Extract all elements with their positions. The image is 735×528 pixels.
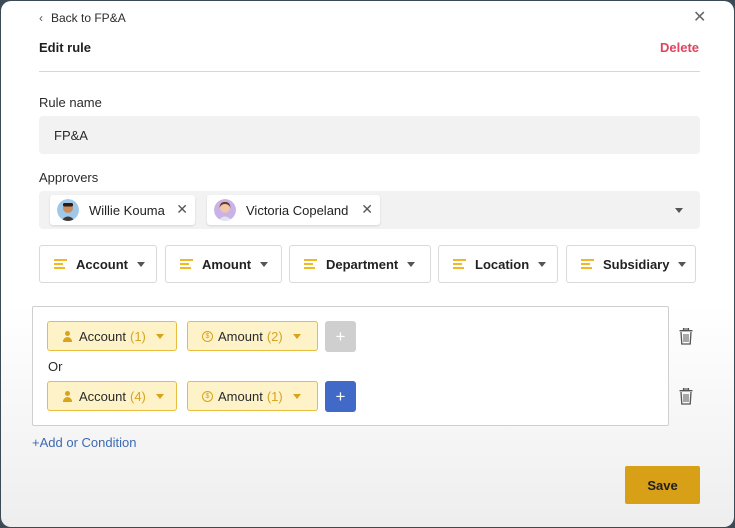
filter-label: Location xyxy=(475,256,530,272)
filter-button-amount[interactable]: Amount xyxy=(165,245,282,283)
approver-name: Willie Kouma xyxy=(89,202,165,218)
remove-approver-icon[interactable]: ✕ xyxy=(361,201,373,218)
approver-chip: Victoria Copeland ✕ xyxy=(207,195,380,225)
chevron-down-icon xyxy=(678,261,687,267)
condition-chip-account[interactable]: Account (1) xyxy=(47,321,177,351)
chevron-down-icon xyxy=(292,333,301,339)
filter-lines-icon xyxy=(180,257,193,271)
back-link-label: Back to FP&A xyxy=(51,11,126,25)
avatar xyxy=(214,199,236,221)
filter-label: Subsidiary xyxy=(603,256,670,272)
rule-name-input[interactable]: FP&A xyxy=(39,116,700,154)
back-link[interactable]: ‹ Back to FP&A xyxy=(39,11,126,25)
approvers-select[interactable]: Willie Kouma ✕ Victoria Copeland ✕ xyxy=(39,191,700,229)
chevron-down-icon xyxy=(292,393,301,399)
chevron-down-icon xyxy=(137,261,145,267)
close-icon[interactable]: ✕ xyxy=(693,7,706,27)
trash-icon[interactable] xyxy=(679,328,693,345)
divider xyxy=(39,71,700,72)
condition-count: (4) xyxy=(129,388,146,404)
filter-lines-icon xyxy=(54,257,67,271)
chevron-down-icon xyxy=(155,393,164,399)
approver-name: Victoria Copeland xyxy=(246,202,349,218)
filter-button-department[interactable]: Department xyxy=(289,245,431,283)
add-condition-button[interactable]: + xyxy=(325,381,356,412)
condition-field: Account xyxy=(79,328,126,344)
add-or-condition-link[interactable]: +Add or Condition xyxy=(32,435,136,450)
filter-label: Department xyxy=(326,256,399,272)
avatar xyxy=(57,199,79,221)
filter-label: Amount xyxy=(202,256,252,272)
page-title: Edit rule xyxy=(39,40,92,55)
filter-label: Account xyxy=(76,256,128,272)
chevron-down-icon xyxy=(407,261,416,267)
condition-chip-account[interactable]: Account (4) xyxy=(47,381,177,411)
filter-lines-icon xyxy=(453,257,466,271)
filter-lines-icon xyxy=(304,257,317,271)
person-icon xyxy=(62,390,73,402)
approvers-label: Approvers xyxy=(39,170,99,185)
trash-icon[interactable] xyxy=(679,388,693,405)
chevron-down-icon xyxy=(155,333,164,339)
condition-chip-amount[interactable]: $ Amount (1) xyxy=(187,381,318,411)
rule-name-label: Rule name xyxy=(39,95,102,110)
chevron-down-icon[interactable] xyxy=(675,208,683,213)
or-label: Or xyxy=(48,359,63,374)
filter-button-subsidiary[interactable]: Subsidiary xyxy=(566,245,696,283)
filter-button-location[interactable]: Location xyxy=(438,245,558,283)
chevron-down-icon xyxy=(538,261,547,267)
condition-count: (1) xyxy=(266,388,283,404)
edit-rule-dialog: ‹ Back to FP&A ✕ Edit rule Delete Rule n… xyxy=(1,1,734,527)
condition-field: Amount xyxy=(218,388,263,404)
filter-lines-icon xyxy=(581,257,594,271)
person-icon xyxy=(62,330,73,342)
remove-approver-icon[interactable]: ✕ xyxy=(176,201,188,218)
approver-chip: Willie Kouma ✕ xyxy=(50,195,195,225)
chevron-left-icon: ‹ xyxy=(39,11,43,25)
condition-field: Amount xyxy=(218,328,263,344)
condition-count: (1) xyxy=(129,328,146,344)
coin-icon: $ xyxy=(202,390,213,402)
coin-icon: $ xyxy=(202,330,213,342)
delete-button[interactable]: Delete xyxy=(660,40,699,55)
chevron-down-icon xyxy=(260,261,269,267)
condition-field: Account xyxy=(79,388,126,404)
condition-chip-amount[interactable]: $ Amount (2) xyxy=(187,321,318,351)
filter-button-account[interactable]: Account xyxy=(39,245,157,283)
save-button[interactable]: Save xyxy=(625,466,700,504)
add-condition-button-disabled: + xyxy=(325,321,356,352)
condition-count: (2) xyxy=(266,328,283,344)
